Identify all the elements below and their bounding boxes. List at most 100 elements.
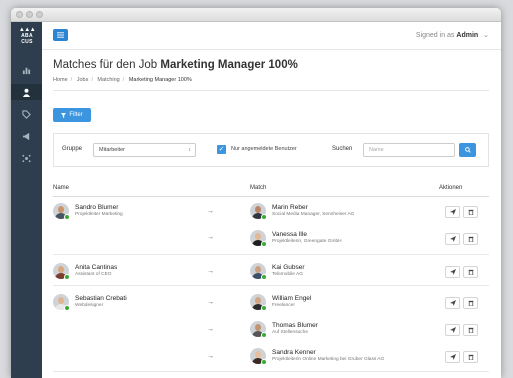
signed-in-user: Admin bbox=[456, 32, 479, 39]
filter-button[interactable]: Filter bbox=[53, 108, 91, 122]
trash-icon bbox=[468, 327, 473, 333]
table-row-person[interactable]: Sandro Blumer Projektleiter Marketing bbox=[53, 203, 193, 223]
sidebar-item-dashboard[interactable] bbox=[11, 62, 42, 78]
breadcrumb-separator: / bbox=[70, 77, 73, 83]
send-icon bbox=[449, 327, 456, 333]
menu-toggle-button[interactable] bbox=[53, 29, 68, 41]
person-role: Assistant of CEO bbox=[75, 272, 112, 277]
arrow-right-icon: → bbox=[207, 299, 214, 306]
online-badge-icon bbox=[261, 305, 267, 311]
logo-text: ABA CUS bbox=[21, 33, 33, 45]
delete-button[interactable] bbox=[463, 206, 478, 218]
search-label: Suchen bbox=[332, 146, 353, 152]
send-button[interactable] bbox=[445, 266, 460, 278]
search-button[interactable] bbox=[459, 143, 476, 157]
table-row-person[interactable]: Anita Cantinas Assistant of CEO bbox=[53, 263, 193, 283]
sidebar-item-campaigns[interactable] bbox=[11, 128, 42, 144]
match-role: Projektleiterin Online Marketing bei Gru… bbox=[272, 357, 385, 362]
gruppe-select[interactable]: Mitarbeiter ↕ bbox=[93, 143, 196, 157]
trash-icon bbox=[468, 269, 473, 275]
sidebar-item-network[interactable] bbox=[11, 150, 42, 166]
online-badge-icon bbox=[261, 241, 267, 247]
network-icon bbox=[22, 154, 31, 162]
breadcrumb-home[interactable]: Home bbox=[53, 77, 68, 83]
table-row-person[interactable]: Sebastian Crebati Webdesigner bbox=[53, 294, 193, 314]
match-name: Marin Reber bbox=[272, 204, 308, 211]
match-name: William Engel bbox=[272, 295, 312, 302]
match-item[interactable]: Marin Reber Social Media Manager, Sennhe… bbox=[250, 203, 430, 223]
match-item[interactable]: Sandra Kenner Projektleiterin Online Mar… bbox=[250, 348, 450, 368]
gruppe-label: Gruppe bbox=[62, 146, 83, 152]
search-input-placeholder: Name bbox=[369, 147, 384, 153]
search-icon bbox=[464, 147, 471, 153]
match-item[interactable]: William Engel Freelancer bbox=[250, 294, 430, 314]
arrow-right-icon: → bbox=[207, 208, 214, 215]
match-name: Vanessa Ille bbox=[272, 231, 307, 238]
send-button[interactable] bbox=[445, 351, 460, 363]
registered-only-checkbox[interactable]: ✓ bbox=[217, 145, 226, 154]
match-item[interactable]: Thomas Blumer Auf Stellensuche bbox=[250, 321, 430, 341]
signed-in-menu[interactable]: Signed in as Admin ⌄ bbox=[416, 31, 489, 39]
arrow-right-icon: → bbox=[207, 353, 214, 360]
signed-in-prefix: Signed in as bbox=[415, 32, 455, 39]
delete-button[interactable] bbox=[463, 351, 478, 363]
send-button[interactable] bbox=[445, 324, 460, 336]
delete-button[interactable] bbox=[463, 324, 478, 336]
top-bar: Signed in as Admin ⌄ bbox=[42, 22, 501, 50]
breadcrumb-matching[interactable]: Matching bbox=[97, 77, 119, 83]
delete-button[interactable] bbox=[463, 297, 478, 309]
registered-only-label: Nur angemeldete Benutzer bbox=[231, 146, 297, 152]
sidebar-item-tags[interactable] bbox=[11, 106, 42, 122]
send-icon bbox=[449, 209, 456, 215]
column-header-match: Match bbox=[250, 185, 267, 191]
row-divider bbox=[53, 285, 489, 286]
maximize-window-dot[interactable] bbox=[36, 11, 43, 18]
column-header-actions: Aktionen bbox=[439, 185, 463, 191]
person-name: Anita Cantinas bbox=[75, 264, 118, 271]
table-header-divider bbox=[53, 196, 489, 197]
send-icon bbox=[449, 269, 456, 275]
app-logo[interactable]: ▲▲▲ ABA CUS bbox=[15, 27, 39, 45]
breadcrumb-jobs[interactable]: Jobs bbox=[77, 77, 89, 83]
arrow-right-icon: → bbox=[207, 234, 214, 241]
send-icon bbox=[449, 236, 456, 242]
match-name: Kai Gubser bbox=[272, 264, 305, 271]
trash-icon bbox=[468, 354, 473, 360]
tag-icon bbox=[22, 109, 31, 119]
online-badge-icon bbox=[261, 274, 267, 280]
sidebar: ▲▲▲ ABA CUS bbox=[11, 22, 42, 378]
chevron-down-icon: ⌄ bbox=[483, 32, 489, 39]
send-button[interactable] bbox=[445, 206, 460, 218]
match-item[interactable]: Kai Gubser Telemobile AG bbox=[250, 263, 430, 283]
online-badge-icon bbox=[261, 359, 267, 365]
hamburger-icon bbox=[57, 32, 64, 38]
trash-icon bbox=[468, 209, 473, 215]
person-name: Sandro Blumer bbox=[75, 204, 119, 211]
breadcrumb-separator: / bbox=[122, 77, 125, 83]
match-name: Thomas Blumer bbox=[272, 322, 318, 329]
row-divider bbox=[53, 371, 489, 372]
filter-panel: Gruppe Mitarbeiter ↕ ✓ Nur angemeldete B… bbox=[53, 133, 489, 167]
delete-button[interactable] bbox=[463, 266, 478, 278]
megaphone-icon bbox=[22, 132, 30, 140]
browser-window: ▲▲▲ ABA CUS Signed in as Admin ⌄ Matches… bbox=[11, 8, 501, 378]
page-title-job: Marketing Manager 100% bbox=[160, 59, 298, 71]
send-button[interactable] bbox=[445, 233, 460, 245]
close-window-dot[interactable] bbox=[16, 11, 23, 18]
delete-button[interactable] bbox=[463, 233, 478, 245]
send-button[interactable] bbox=[445, 297, 460, 309]
sidebar-item-users[interactable] bbox=[11, 84, 42, 100]
online-badge-icon bbox=[261, 214, 267, 220]
column-header-name: Name bbox=[53, 185, 70, 191]
minimize-window-dot[interactable] bbox=[26, 11, 33, 18]
online-badge-icon bbox=[261, 332, 267, 338]
online-badge-icon bbox=[64, 305, 70, 311]
online-badge-icon bbox=[64, 214, 70, 220]
online-badge-icon bbox=[64, 274, 70, 280]
main-content: Matches für den Job Marketing Manager 10… bbox=[42, 51, 501, 378]
match-item[interactable]: Vanessa Ille Projektleiterin, Greengate … bbox=[250, 230, 430, 250]
page-title: Matches für den Job Marketing Manager 10… bbox=[53, 59, 298, 71]
user-icon bbox=[22, 88, 31, 97]
person-role: Projektleiter Marketing bbox=[75, 212, 123, 217]
search-input[interactable]: Name bbox=[363, 143, 455, 157]
